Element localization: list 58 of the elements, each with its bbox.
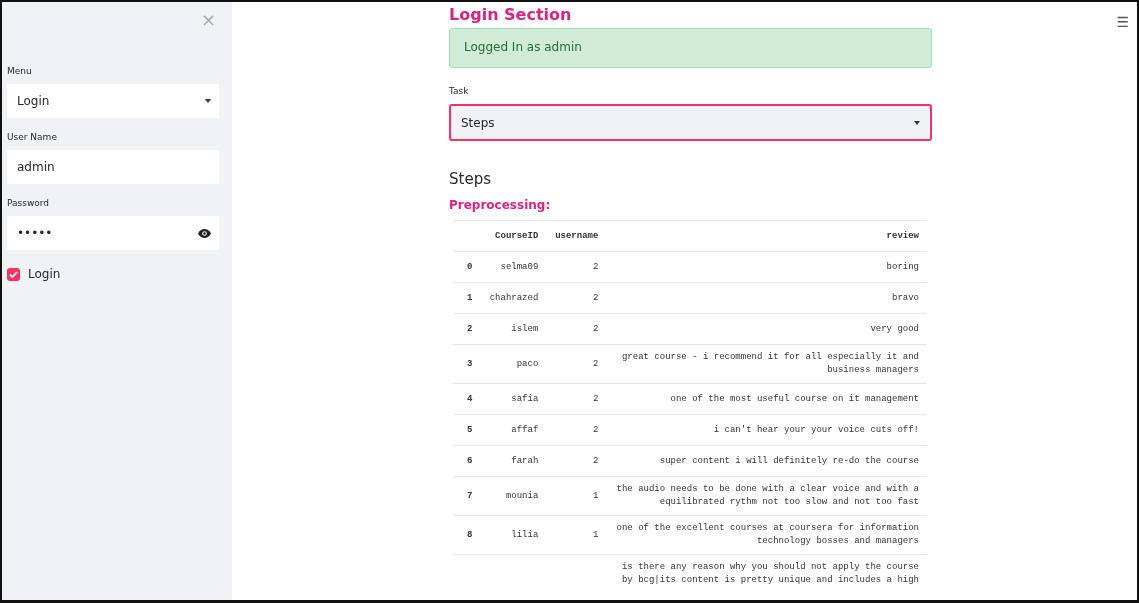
menu-select[interactable]: Login: [7, 84, 219, 118]
table-cell: selma09: [480, 251, 547, 283]
table-cell: boring: [606, 251, 927, 283]
checkbox[interactable]: [7, 267, 20, 281]
row-index: 6: [453, 445, 481, 477]
input-field[interactable]: admin: [7, 150, 219, 184]
password-field[interactable]: •••••: [7, 216, 219, 250]
caret-icon: [205, 99, 211, 103]
subheader: Steps: [449, 170, 492, 188]
table-cell: is there any reason why you should not apply the course by bcg|its content is pretty unique and includes a high: [606, 554, 927, 593]
section-heading: Preprocessing:: [449, 198, 552, 212]
page-title: Login Section: [449, 5, 573, 24]
table-cell: chahrazed: [480, 282, 547, 314]
table-cell: 2: [546, 445, 607, 477]
row-index: 7: [453, 476, 481, 516]
table-cell: one of the most useful course on it management: [606, 383, 927, 415]
row-index: 5: [453, 414, 481, 446]
table-cell: very good: [606, 313, 927, 345]
table-cell: i can't hear your your voice cuts off!: [606, 414, 927, 446]
table-cell: the audio needs to be done with a clear voice and with a equilibrated rythm not too slow and not too fast: [606, 476, 927, 516]
column-header: review: [606, 220, 927, 252]
column-header: username: [546, 220, 607, 252]
table-cell: 2: [546, 313, 607, 345]
table-cell: 1: [546, 476, 607, 516]
eye-icon[interactable]: [198, 228, 211, 238]
row-index: 4: [453, 383, 481, 415]
table-cell: super content i will definitely re-do the course: [606, 445, 927, 477]
table-cell: 2: [546, 251, 607, 283]
table-cell: affaf: [480, 414, 547, 446]
table-cell: mounia: [480, 476, 547, 516]
checkbox-label: Login: [28, 267, 61, 281]
menu-icon[interactable]: ☰: [1116, 14, 1129, 30]
row-index: 0: [453, 251, 481, 283]
table-cell: safia: [480, 383, 547, 415]
task-select[interactable]: Steps: [449, 104, 932, 141]
row-index: 8: [453, 515, 481, 555]
table-cell: great course - i recommend it for all especially it and business managers: [606, 344, 927, 384]
table-cell: farah: [480, 445, 547, 477]
table-cell: 2: [546, 344, 607, 384]
success-alert: Logged In as admin: [449, 28, 932, 68]
column-header: CourseID: [480, 220, 547, 252]
table-cell: lilia: [480, 515, 547, 555]
table-cell: 2: [546, 383, 607, 415]
field-label: Password: [7, 198, 51, 208]
table-cell: 2: [546, 414, 607, 446]
table-cell: islem: [480, 313, 547, 345]
table-cell: 1: [546, 515, 607, 555]
table-cell: one of the excellent courses at coursera for information technology bosses and managers: [606, 515, 927, 555]
field-label: User Name: [7, 132, 58, 142]
field-label: Task: [449, 86, 470, 96]
field-label: Menu: [7, 66, 33, 76]
table-cell: paco: [480, 344, 547, 384]
table-cell: 2: [546, 282, 607, 314]
row-index: 1: [453, 282, 481, 314]
row-index: 3: [453, 344, 481, 384]
table-cell: bravo: [606, 282, 927, 314]
row-index: 2: [453, 313, 481, 345]
caret-icon: [914, 120, 920, 125]
